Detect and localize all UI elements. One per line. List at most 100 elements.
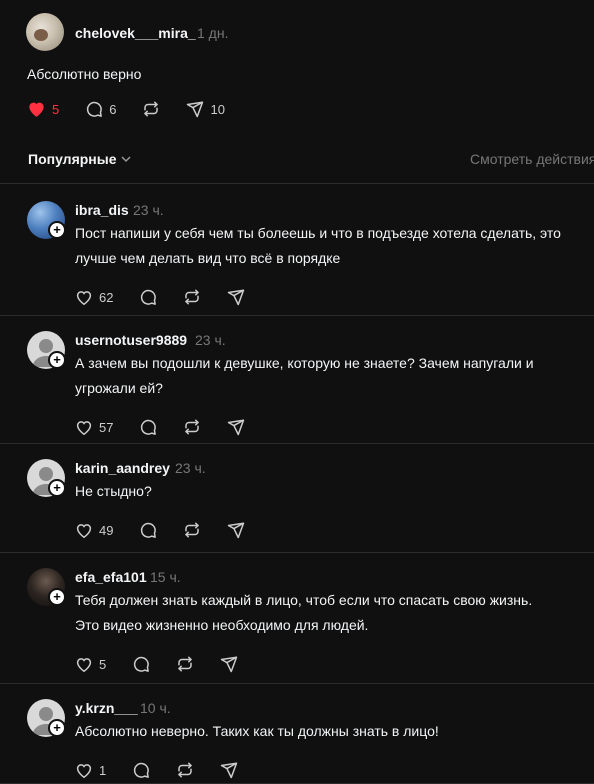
comment-time: 23 ч. bbox=[175, 460, 206, 476]
comment-actions: 1 bbox=[75, 760, 264, 780]
comment-actions: 5 bbox=[75, 654, 264, 674]
comment-text: Тебя должен знать каждый в лицо, чтоб ес… bbox=[75, 588, 532, 638]
heart-icon bbox=[76, 420, 92, 435]
repost-button[interactable] bbox=[183, 521, 201, 539]
share-icon bbox=[220, 762, 238, 779]
like-button[interactable]: 1 bbox=[75, 762, 106, 779]
like-button[interactable]: 57 bbox=[75, 419, 113, 436]
comment-text-line: Тебя должен знать каждый в лицо, чтоб ес… bbox=[75, 592, 533, 608]
repost-button[interactable] bbox=[176, 655, 194, 673]
comment-time: 15 ч. bbox=[150, 569, 181, 585]
reply-button[interactable] bbox=[139, 418, 157, 436]
post-actions: 5 6 10 bbox=[27, 99, 251, 119]
reply-count: 6 bbox=[109, 101, 117, 117]
post-text: Абсолютно верно bbox=[27, 66, 142, 82]
repost-button[interactable] bbox=[142, 100, 160, 118]
comment-icon bbox=[134, 656, 150, 672]
share-button[interactable] bbox=[220, 655, 238, 673]
comment-icon bbox=[134, 762, 150, 778]
heart-icon bbox=[29, 102, 44, 117]
comment-item: + ibra_dis 23 ч. Пост напиши у себя чем ты … bbox=[0, 185, 594, 316]
comment-text-line: Не стыдно? bbox=[75, 483, 152, 499]
heart-icon bbox=[76, 290, 92, 305]
follow-plus-icon[interactable]: + bbox=[48, 351, 66, 369]
repost-icon bbox=[185, 289, 200, 305]
post-username[interactable]: chelovek___mira_ bbox=[75, 25, 196, 41]
comment-actions: 62 bbox=[75, 287, 271, 307]
like-count: 49 bbox=[99, 522, 114, 538]
share-icon bbox=[187, 101, 204, 118]
comment-actions: 49 bbox=[75, 520, 271, 540]
heart-icon bbox=[76, 657, 92, 672]
like-button[interactable]: 5 bbox=[27, 100, 59, 118]
share-button[interactable] bbox=[220, 761, 238, 779]
chevron-down-icon[interactable] bbox=[121, 155, 131, 163]
share-button[interactable] bbox=[227, 288, 245, 306]
reply-button[interactable] bbox=[139, 521, 157, 539]
like-count: 5 bbox=[52, 101, 60, 117]
reply-button[interactable]: 6 bbox=[85, 100, 116, 118]
comment-time: 23 ч. bbox=[195, 332, 226, 348]
view-activity-link[interactable]: Смотреть действия bbox=[470, 151, 594, 167]
share-count: 10 bbox=[210, 101, 225, 117]
comment-item: + efa_efa101 15 ч. Тебя должен знать каждый… bbox=[0, 552, 594, 684]
repost-icon bbox=[144, 101, 159, 117]
comment-time: 10 ч. bbox=[140, 700, 171, 716]
repost-button[interactable] bbox=[176, 761, 194, 779]
comment-username[interactable]: karin_aandrey bbox=[75, 460, 170, 476]
share-button[interactable]: 10 bbox=[186, 100, 225, 118]
heart-icon bbox=[76, 523, 92, 538]
repost-icon bbox=[178, 656, 192, 672]
like-count: 62 bbox=[99, 289, 114, 305]
avatar[interactable] bbox=[26, 13, 64, 51]
repost-button[interactable] bbox=[183, 288, 201, 306]
follow-plus-icon[interactable]: + bbox=[48, 479, 66, 497]
comment-text: А зачем вы подошли к девушке, которую не… bbox=[75, 351, 534, 401]
comment-username[interactable]: y.krzn___ bbox=[75, 700, 138, 716]
comment-text-line: угрожали ей? bbox=[75, 380, 163, 396]
follow-plus-icon[interactable]: + bbox=[48, 588, 66, 606]
comment-text-line: А зачем вы подошли к девушке, которую не… bbox=[75, 355, 534, 371]
sort-dropdown[interactable]: Популярные bbox=[28, 151, 116, 167]
like-button[interactable]: 62 bbox=[75, 289, 113, 306]
comment-text-line: Абсолютно неверно. Таких как ты должны з… bbox=[75, 723, 439, 739]
follow-plus-icon[interactable]: + bbox=[48, 719, 66, 737]
sort-bar: Популярные Смотреть действия bbox=[0, 145, 594, 184]
reply-button[interactable] bbox=[132, 655, 150, 673]
repost-icon bbox=[185, 419, 200, 435]
comment-username[interactable]: efa_efa101 bbox=[75, 569, 147, 585]
share-icon bbox=[220, 656, 238, 673]
comment-text: Не стыдно? bbox=[75, 479, 152, 504]
heart-icon bbox=[76, 763, 92, 778]
comment-icon bbox=[141, 522, 157, 538]
reply-button[interactable] bbox=[139, 288, 157, 306]
repost-icon bbox=[185, 522, 200, 538]
like-button[interactable]: 49 bbox=[75, 522, 113, 539]
comment-item: + karin_aandrey 23 ч. Не стыдно? 49 bbox=[0, 443, 594, 553]
comment-username[interactable]: ibra_dis bbox=[75, 202, 129, 218]
comment-icon bbox=[87, 101, 103, 117]
comment-time: 23 ч. bbox=[133, 202, 164, 218]
reply-button[interactable] bbox=[132, 761, 150, 779]
like-button[interactable]: 5 bbox=[75, 656, 106, 673]
comment-text: Пост напиши у себя чем ты болеешь и что … bbox=[75, 221, 561, 271]
share-button[interactable] bbox=[227, 418, 245, 436]
comment-item: + usernotuser9889 23 ч. А зачем вы подошли … bbox=[0, 315, 594, 444]
like-count: 57 bbox=[99, 419, 114, 435]
repost-icon bbox=[178, 762, 192, 778]
main-post: chelovek___mira_ 1 дн. Абсолютно верно 5… bbox=[0, 0, 594, 145]
comment-text-line: лучше чем делать вид что всё в порядке bbox=[75, 250, 341, 266]
share-icon bbox=[228, 419, 245, 436]
like-count: 5 bbox=[99, 656, 107, 672]
comment-text: Абсолютно неверно. Таких как ты должны з… bbox=[75, 719, 439, 744]
follow-plus-icon[interactable]: + bbox=[48, 221, 66, 239]
like-count: 1 bbox=[99, 762, 107, 778]
share-icon bbox=[228, 289, 245, 306]
share-icon bbox=[228, 522, 245, 539]
comment-username[interactable]: usernotuser9889 bbox=[75, 332, 187, 348]
share-button[interactable] bbox=[227, 521, 245, 539]
comment-text-line: Пост напиши у себя чем ты болеешь и что … bbox=[75, 225, 561, 241]
comment-actions: 57 bbox=[75, 417, 271, 437]
comment-icon bbox=[141, 419, 157, 435]
repost-button[interactable] bbox=[183, 418, 201, 436]
